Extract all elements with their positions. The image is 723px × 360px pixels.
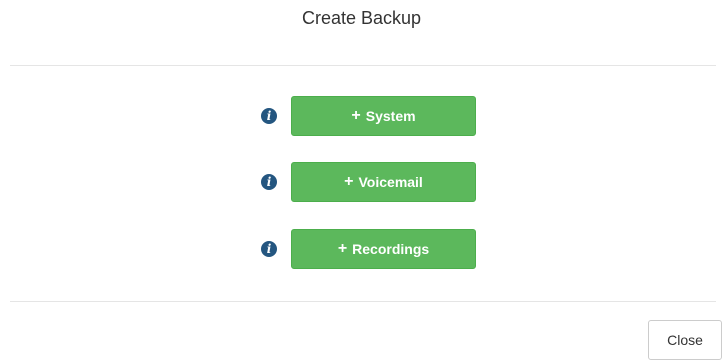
create-backup-dialog: Create Backup i + System i + Voicemail i… [0, 0, 723, 360]
voicemail-backup-button[interactable]: + Voicemail [291, 162, 476, 202]
header-divider [10, 65, 716, 66]
recordings-backup-button[interactable]: + Recordings [291, 229, 476, 269]
recordings-backup-label: Recordings [352, 241, 430, 257]
system-backup-label: System [365, 108, 416, 124]
plus-icon: + [344, 173, 354, 190]
voicemail-backup-label: Voicemail [358, 174, 423, 190]
plus-icon: + [337, 240, 348, 257]
info-icon[interactable]: i [261, 108, 277, 124]
backup-row-system: i + System [0, 96, 723, 138]
dialog-header: Create Backup [0, 0, 723, 40]
backup-row-recordings: i + Recordings [0, 229, 723, 271]
system-backup-button[interactable]: + System [291, 96, 476, 136]
info-icon[interactable]: i [261, 174, 277, 190]
backup-row-voicemail: i + Voicemail [0, 162, 723, 204]
close-button[interactable]: Close [648, 320, 722, 360]
footer-divider [10, 301, 716, 302]
info-icon[interactable]: i [261, 241, 277, 257]
plus-icon: + [351, 107, 361, 124]
dialog-title: Create Backup [301, 8, 422, 28]
